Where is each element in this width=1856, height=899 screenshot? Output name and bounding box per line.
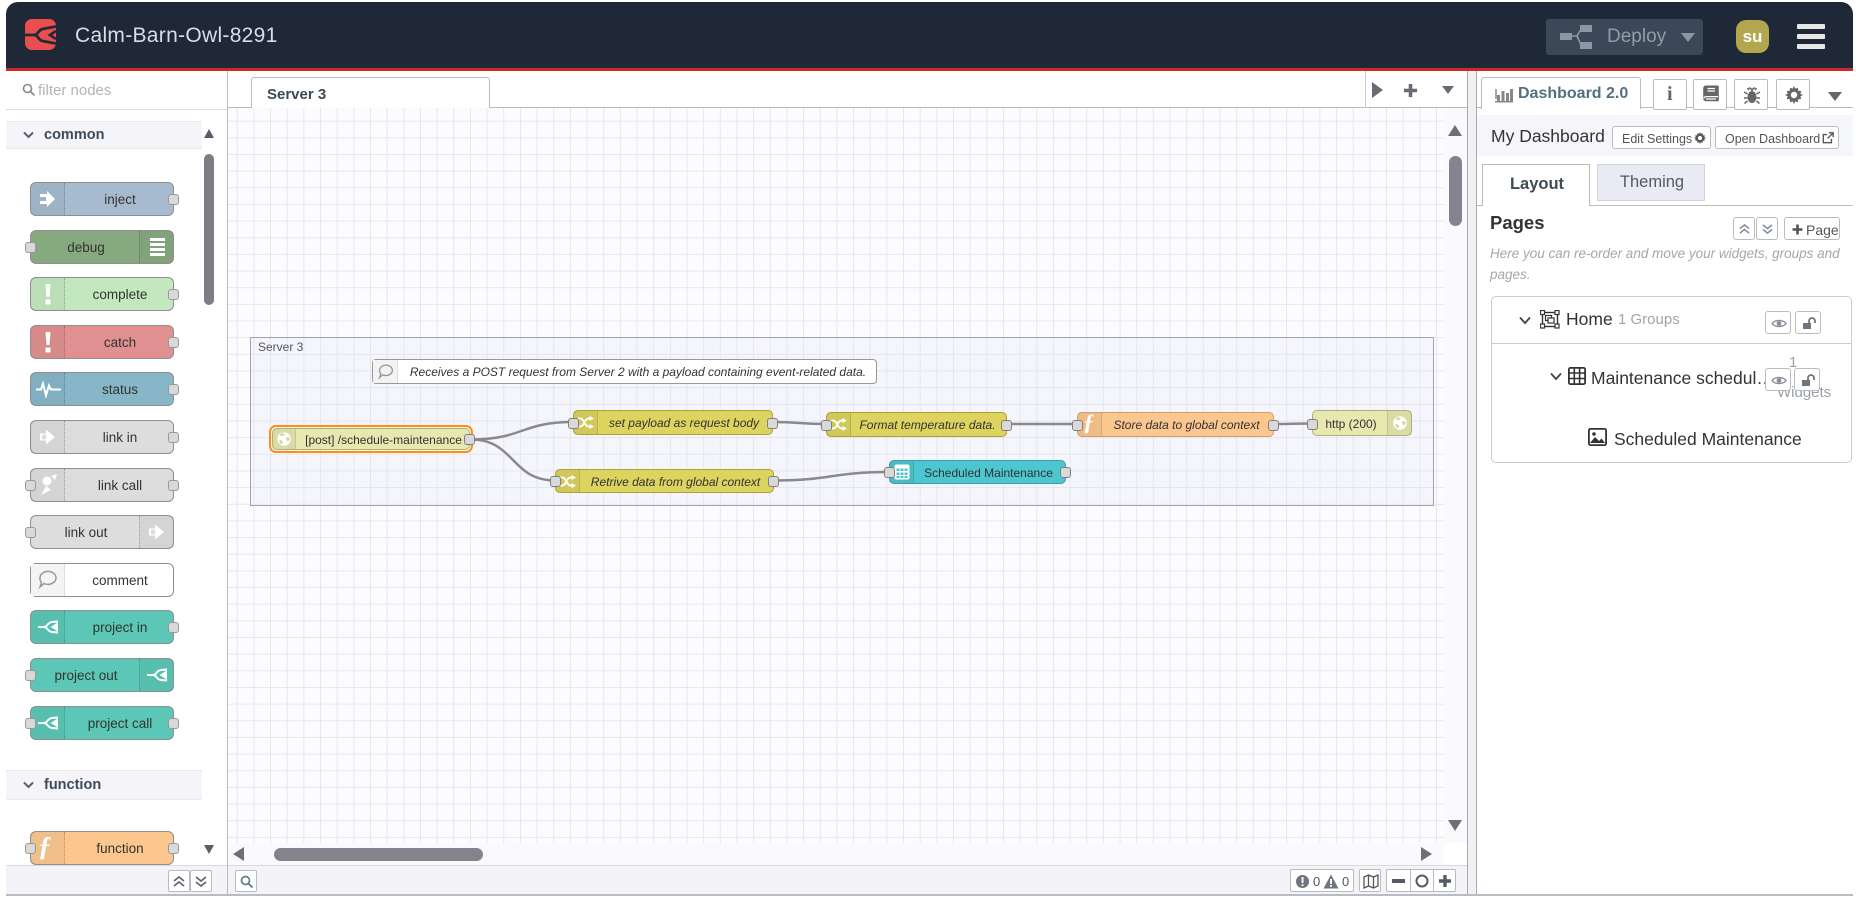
svg-text:Server 3: Server 3 bbox=[258, 340, 304, 354]
